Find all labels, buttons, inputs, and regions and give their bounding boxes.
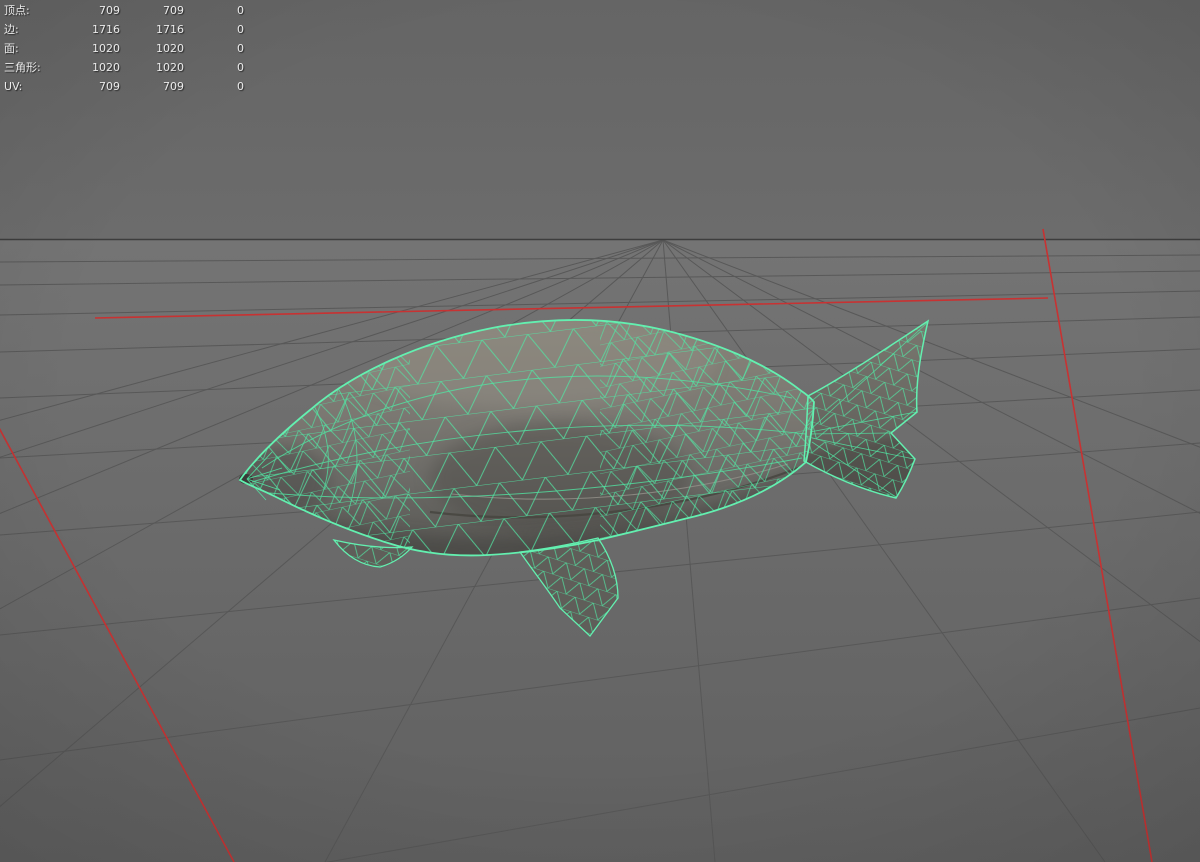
hud-row-edges: 边: 1716 1716 0 bbox=[4, 20, 244, 39]
hud-row-uvs: UV: 709 709 0 bbox=[4, 77, 244, 96]
hud-value: 1716 bbox=[156, 23, 184, 36]
hud-value: 0 bbox=[237, 42, 244, 55]
hud-value: 0 bbox=[237, 80, 244, 93]
hud-value: 709 bbox=[99, 80, 120, 93]
hud-label: 面: bbox=[4, 42, 19, 55]
hud-value: 1716 bbox=[92, 23, 120, 36]
hud-label: 边: bbox=[4, 23, 19, 36]
viewport-3d[interactable] bbox=[0, 0, 1200, 862]
hud-label: UV: bbox=[4, 80, 23, 93]
viewport-window: 顶点: 709 709 0 边: 1716 1716 0 面: 1020 102… bbox=[0, 0, 1200, 862]
hud-value: 709 bbox=[163, 80, 184, 93]
hud-value: 1020 bbox=[156, 61, 184, 74]
hud-label: 顶点: bbox=[4, 4, 30, 17]
hud-value: 1020 bbox=[92, 61, 120, 74]
poly-count-hud: 顶点: 709 709 0 边: 1716 1716 0 面: 1020 102… bbox=[4, 1, 244, 96]
hud-row-triangles: 三角形: 1020 1020 0 bbox=[4, 58, 244, 77]
hud-label: 三角形: bbox=[4, 61, 41, 74]
hud-value: 709 bbox=[163, 4, 184, 17]
hud-row-faces: 面: 1020 1020 0 bbox=[4, 39, 244, 58]
hud-row-vertices: 顶点: 709 709 0 bbox=[4, 1, 244, 20]
hud-value: 0 bbox=[237, 23, 244, 36]
hud-value: 709 bbox=[99, 4, 120, 17]
hud-value: 1020 bbox=[92, 42, 120, 55]
hud-value: 0 bbox=[237, 4, 244, 17]
hud-value: 1020 bbox=[156, 42, 184, 55]
hud-value: 0 bbox=[237, 61, 244, 74]
